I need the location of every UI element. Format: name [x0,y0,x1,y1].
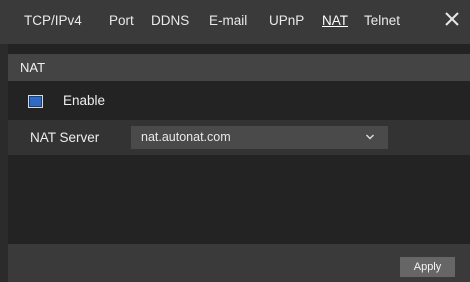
tab-nat[interactable]: NAT [322,13,348,28]
nat-server-select[interactable]: nat.autonat.com [131,126,388,149]
nat-server-label: NAT Server [30,130,100,145]
tab-email[interactable]: E-mail [209,13,247,28]
tab-port[interactable]: Port [109,13,134,28]
tab-bar: TCP/IPv4 Port DDNS E-mail UPnP NAT Telne… [0,0,470,44]
nat-server-value: nat.autonat.com [141,130,231,144]
footer-bar: Apply [8,244,470,282]
tab-upnp[interactable]: UPnP [269,13,304,28]
apply-button[interactable]: Apply [400,257,455,277]
tab-telnet[interactable]: Telnet [364,13,400,28]
nat-server-row: NAT Server nat.autonat.com [8,120,470,155]
tab-tcp-ipv4[interactable]: TCP/IPv4 [24,13,82,28]
tab-ddns[interactable]: DDNS [151,13,189,28]
enable-row: Enable [8,88,470,116]
close-icon[interactable] [442,9,462,29]
enable-checkbox[interactable] [28,95,43,108]
settings-panel: NAT Enable NAT Server nat.autonat.com [8,44,470,244]
section-header: NAT [8,54,470,81]
section-title: NAT [20,60,46,75]
chevron-down-icon [366,134,374,140]
enable-label: Enable [63,93,106,108]
